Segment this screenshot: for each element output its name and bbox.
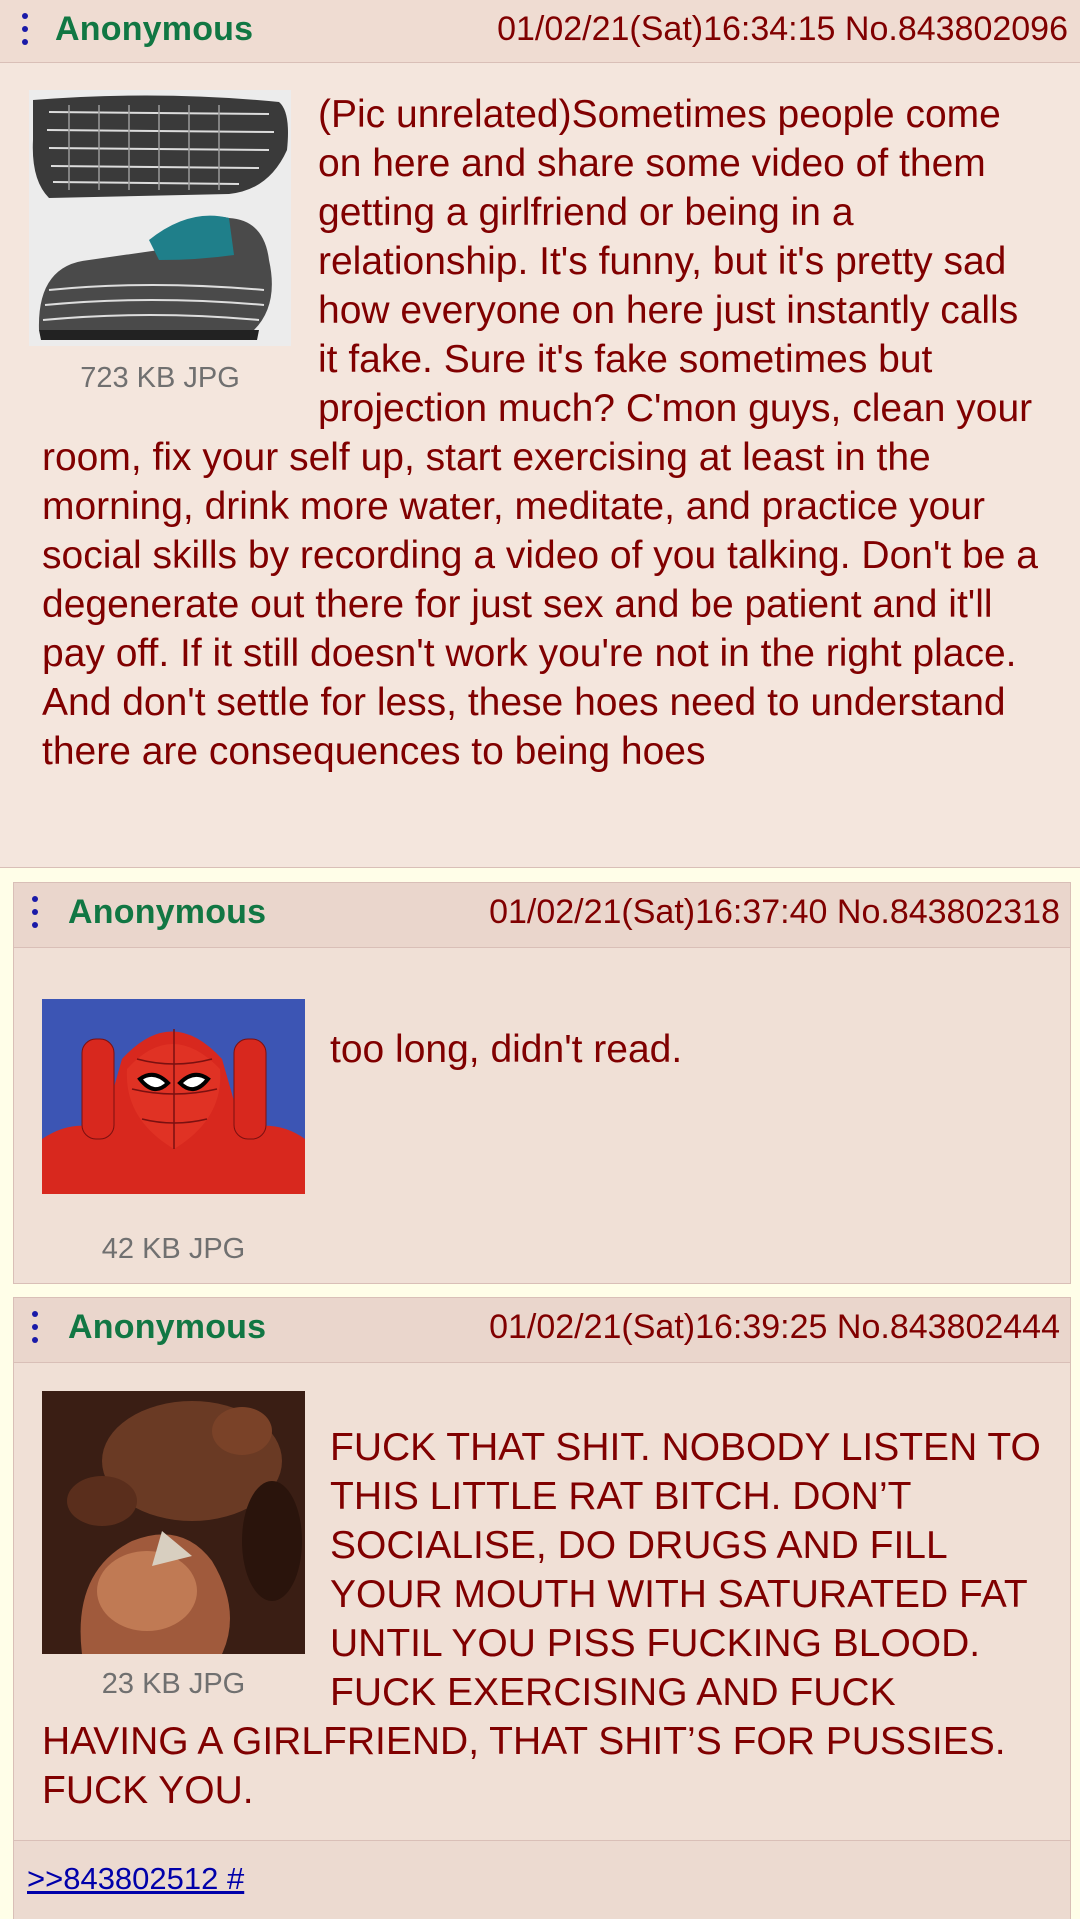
post-meta: 01/02/21(Sat)16:39:25 No.843802444 (489, 1308, 1060, 1347)
post-meta: 01/02/21(Sat)16:37:40 No.843802318 (489, 893, 1060, 932)
post-header: Anonymous 01/02/21(Sat)16:34:15 No.84380… (0, 0, 1080, 63)
post-footer: >>843802512 # (14, 1840, 1070, 1919)
post-datetime: 01/02/21(Sat)16:39:25 (489, 1308, 828, 1346)
post-header: Anonymous 01/02/21(Sat)16:39:25 No.84380… (14, 1298, 1070, 1363)
post-comment: too long, didn't read. (330, 1025, 1050, 1074)
post-number[interactable]: No.843802444 (837, 1308, 1060, 1346)
post-datetime: 01/02/21(Sat)16:37:40 (489, 893, 828, 931)
comment-text: too long, didn't read. (330, 1028, 683, 1071)
poster-name: Anonymous (55, 10, 254, 48)
post-comment: FUCK THAT SHIT. NOBODY LISTEN TO THIS LI… (42, 1423, 1052, 1815)
reply-post: Anonymous 01/02/21(Sat)16:37:40 No.84380… (13, 882, 1071, 1284)
op-post: Anonymous 01/02/21(Sat)16:34:15 No.84380… (0, 0, 1080, 868)
reply-post: Anonymous 01/02/21(Sat)16:39:25 No.84380… (13, 1297, 1071, 1919)
post-number[interactable]: No.843802318 (837, 893, 1060, 931)
post-header: Anonymous 01/02/21(Sat)16:37:40 No.84380… (14, 883, 1070, 948)
poster-name: Anonymous (68, 893, 267, 931)
post-comment: (Pic unrelated)Sometimes people come on … (42, 90, 1042, 776)
post-menu-icon[interactable] (30, 892, 40, 936)
post-meta: 01/02/21(Sat)16:34:15 No.843802096 (497, 10, 1068, 49)
post-menu-icon[interactable] (30, 1307, 40, 1351)
file-size: 42 KB JPG (101, 1233, 246, 1265)
poster-name: Anonymous (68, 1308, 267, 1346)
post-menu-icon[interactable] (20, 9, 30, 53)
post-number[interactable]: No.843802096 (845, 10, 1068, 48)
backlink[interactable]: >>843802512 # (27, 1861, 244, 1897)
spiderman-image[interactable] (42, 999, 305, 1194)
post-datetime: 01/02/21(Sat)16:34:15 (497, 10, 836, 48)
